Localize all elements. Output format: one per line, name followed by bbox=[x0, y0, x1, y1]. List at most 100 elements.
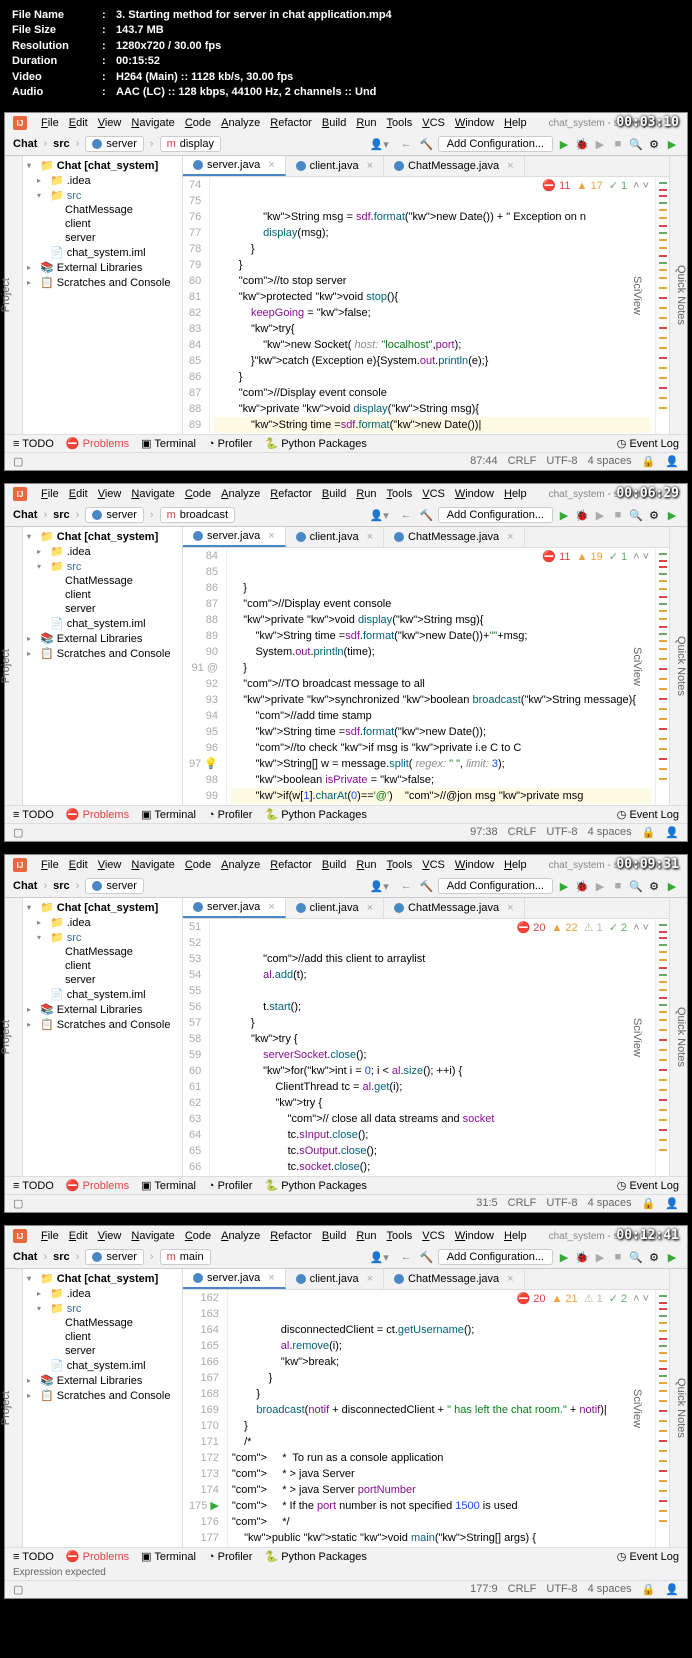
menu-item[interactable]: Edit bbox=[69, 859, 88, 871]
menu-item[interactable]: View bbox=[98, 859, 122, 871]
debug-icon[interactable]: 🐞 bbox=[575, 138, 589, 151]
error-stripe[interactable] bbox=[655, 548, 669, 805]
breadcrumb[interactable]: m display bbox=[160, 136, 221, 152]
menu-item[interactable]: VCS bbox=[422, 117, 445, 129]
menu-item[interactable]: Help bbox=[504, 1230, 527, 1242]
menu-item[interactable]: VCS bbox=[422, 1230, 445, 1242]
tab-chatmessage[interactable]: ChatMessage.java× bbox=[384, 1269, 525, 1289]
coverage-icon[interactable]: ▶ bbox=[593, 509, 607, 522]
hector-icon[interactable]: 👤 bbox=[665, 1583, 679, 1596]
eventlog-tab[interactable]: ◷ Event Log bbox=[617, 808, 679, 821]
menu-item[interactable]: Window bbox=[455, 1230, 494, 1242]
menu-item[interactable]: Edit bbox=[69, 1230, 88, 1242]
todo-tab[interactable]: ≡ TODO bbox=[13, 1551, 54, 1563]
run-anything-icon[interactable]: ▶ bbox=[665, 880, 679, 893]
run-config-select[interactable]: Add Configuration... bbox=[438, 136, 553, 152]
menu-item[interactable]: View bbox=[98, 117, 122, 129]
code-editor[interactable]: 8485868788899091 @929394959697 💡98991001… bbox=[183, 548, 669, 805]
menu-item[interactable]: Code bbox=[185, 1230, 211, 1242]
eventlog-tab[interactable]: ◷ Event Log bbox=[617, 437, 679, 450]
menu-item[interactable]: File bbox=[41, 1230, 59, 1242]
menu-item[interactable]: File bbox=[41, 859, 59, 871]
menu-item[interactable]: Tools bbox=[387, 488, 413, 500]
search-icon[interactable]: 🔍 bbox=[629, 880, 643, 893]
menu-item[interactable]: Window bbox=[455, 859, 494, 871]
user-icon[interactable]: 👤▾ bbox=[366, 137, 393, 152]
menu-item[interactable]: View bbox=[98, 1230, 122, 1242]
terminal-tab[interactable]: ▣ Terminal bbox=[141, 808, 196, 821]
profiler-tab[interactable]: ◔ Profiler bbox=[208, 1180, 253, 1192]
eventlog-tab[interactable]: ◷ Event Log bbox=[617, 1179, 679, 1192]
tab-chatmessage[interactable]: ChatMessage.java× bbox=[384, 527, 525, 547]
menu-item[interactable]: Navigate bbox=[131, 488, 174, 500]
right-tool-strip[interactable]: Quick Notes Database SciView bbox=[669, 1269, 687, 1547]
run-config-select[interactable]: Add Configuration... bbox=[438, 507, 553, 523]
hammer-icon[interactable]: 🔨 bbox=[420, 138, 434, 151]
left-tool-strip[interactable]: Project Structure Favorites bbox=[5, 156, 23, 434]
project-tree[interactable]: ▾📁 Chat [chat_system] ▸📁 .idea ▾📁 src Ch… bbox=[23, 898, 183, 1176]
todo-tab[interactable]: ≡ TODO bbox=[13, 809, 54, 821]
menu-item[interactable]: Build bbox=[322, 488, 346, 500]
breadcrumb[interactable]: server bbox=[85, 136, 144, 152]
menu-item[interactable]: Run bbox=[356, 1230, 376, 1242]
back-button[interactable]: ← bbox=[397, 137, 416, 151]
todo-tab[interactable]: ≡ TODO bbox=[13, 1180, 54, 1192]
lock-icon[interactable]: 🔒 bbox=[642, 1197, 656, 1210]
tab-client[interactable]: client.java× bbox=[286, 1269, 384, 1289]
python-tab[interactable]: 🐍 Python Packages bbox=[264, 437, 366, 450]
menu-item[interactable]: VCS bbox=[422, 859, 445, 871]
todo-tab[interactable]: ≡ TODO bbox=[13, 438, 54, 450]
menu-item[interactable]: Build bbox=[322, 117, 346, 129]
code-editor[interactable]: 7475767778798081828384858687888990 "kw">… bbox=[183, 177, 669, 434]
search-icon[interactable]: 🔍 bbox=[629, 509, 643, 522]
tab-server[interactable]: server.java× bbox=[183, 156, 286, 176]
project-tree[interactable]: ▾📁 Chat [chat_system] ▸📁 .idea ▾📁 src Ch… bbox=[23, 527, 183, 805]
profiler-tab[interactable]: ◔ Profiler bbox=[208, 809, 253, 821]
right-tool-strip[interactable]: Quick Notes Database SciView bbox=[669, 898, 687, 1176]
run-icon[interactable]: ▶ bbox=[557, 880, 571, 893]
right-tool-strip[interactable]: Quick Notes Database SciView bbox=[669, 527, 687, 805]
menu-item[interactable]: Window bbox=[455, 488, 494, 500]
breadcrumb[interactable]: Chat bbox=[13, 509, 37, 521]
search-icon[interactable]: 🔍 bbox=[629, 138, 643, 151]
run-anything-icon[interactable]: ▶ bbox=[665, 509, 679, 522]
breadcrumb[interactable]: src bbox=[53, 1251, 70, 1263]
stop-icon[interactable]: ■ bbox=[611, 509, 625, 521]
terminal-tab[interactable]: ▣ Terminal bbox=[141, 1179, 196, 1192]
menu-item[interactable]: Analyze bbox=[221, 117, 260, 129]
user-icon[interactable]: 👤▾ bbox=[366, 1250, 393, 1265]
menu-item[interactable]: View bbox=[98, 488, 122, 500]
breadcrumb[interactable]: src bbox=[53, 138, 70, 150]
debug-icon[interactable]: 🐞 bbox=[575, 1251, 589, 1264]
error-stripe[interactable] bbox=[655, 177, 669, 434]
error-stripe[interactable] bbox=[655, 1290, 669, 1547]
error-stripe[interactable] bbox=[655, 919, 669, 1176]
breadcrumb[interactable]: m broadcast bbox=[160, 507, 235, 523]
menu-item[interactable]: Refactor bbox=[270, 1230, 312, 1242]
tab-client[interactable]: client.java× bbox=[286, 156, 384, 176]
left-tool-strip[interactable]: Project Structure Favorites bbox=[5, 1269, 23, 1547]
debug-icon[interactable]: 🐞 bbox=[575, 880, 589, 893]
breadcrumb[interactable]: src bbox=[53, 880, 70, 892]
left-tool-strip[interactable]: Project Structure Favorites bbox=[5, 527, 23, 805]
lock-icon[interactable]: 🔒 bbox=[642, 455, 656, 468]
python-tab[interactable]: 🐍 Python Packages bbox=[264, 1179, 366, 1192]
stop-icon[interactable]: ■ bbox=[611, 138, 625, 150]
debug-icon[interactable]: 🐞 bbox=[575, 509, 589, 522]
menu-item[interactable]: Code bbox=[185, 859, 211, 871]
menu-item[interactable]: Refactor bbox=[270, 117, 312, 129]
tab-chatmessage[interactable]: ChatMessage.java× bbox=[384, 898, 525, 918]
breadcrumb[interactable]: Chat bbox=[13, 880, 37, 892]
hector-icon[interactable]: 👤 bbox=[665, 1197, 679, 1210]
python-tab[interactable]: 🐍 Python Packages bbox=[264, 808, 366, 821]
back-button[interactable]: ← bbox=[397, 879, 416, 893]
tab-server[interactable]: server.java× bbox=[183, 527, 286, 547]
inspections-widget[interactable]: ⛔ 11 ▲ 19 ✓ 1 ˄ ˅ bbox=[540, 550, 651, 563]
run-icon[interactable]: ▶ bbox=[557, 1251, 571, 1264]
coverage-icon[interactable]: ▶ bbox=[593, 138, 607, 151]
run-anything-icon[interactable]: ▶ bbox=[665, 1251, 679, 1264]
breadcrumb[interactable]: m main bbox=[160, 1249, 211, 1265]
menu-item[interactable]: Refactor bbox=[270, 859, 312, 871]
problems-tab[interactable]: ⛔ Problems bbox=[66, 1179, 129, 1192]
run-icon[interactable]: ▶ bbox=[557, 509, 571, 522]
